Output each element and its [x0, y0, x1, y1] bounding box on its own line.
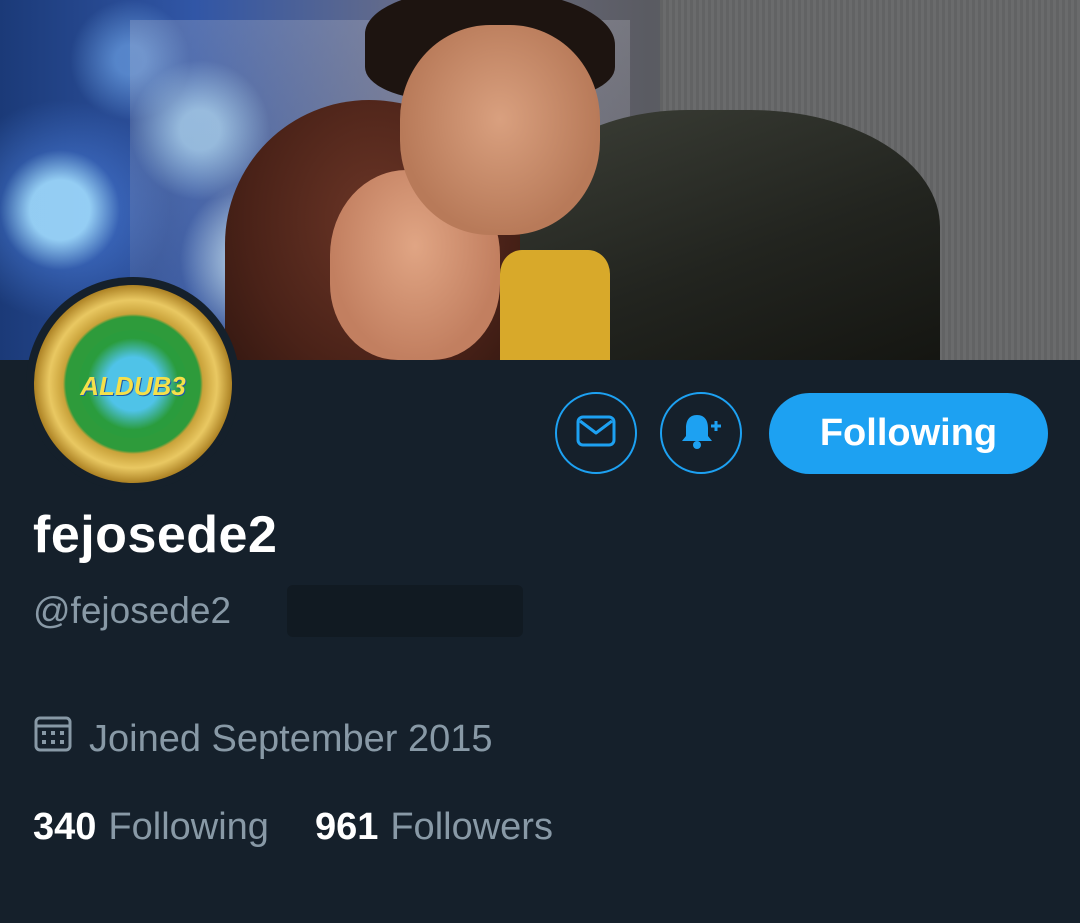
- followers-count: 961: [314, 806, 379, 848]
- avatar-coin-image: ALDUB3: [34, 285, 232, 483]
- message-button[interactable]: [555, 392, 637, 474]
- following-button[interactable]: Following: [769, 393, 1048, 474]
- joined-date-row: Joined September 2015: [33, 715, 493, 763]
- profile-avatar[interactable]: ALDUB3: [26, 277, 240, 491]
- notifications-button[interactable]: [660, 392, 742, 474]
- following-label: Following: [108, 806, 269, 848]
- following-stat[interactable]: 340 Following: [33, 806, 269, 849]
- follow-stats: 340 Following 961 Followers: [33, 806, 553, 849]
- envelope-icon: [576, 415, 616, 452]
- calendar-icon: [33, 715, 73, 763]
- user-handle: @fejosede2: [33, 590, 232, 631]
- bell-plus-icon: [679, 411, 723, 456]
- joined-date-text: Joined September 2015: [89, 717, 493, 760]
- banner-person-face-2: [400, 25, 600, 235]
- avatar-logo-text: ALDUB3: [80, 371, 186, 401]
- followers-label: Followers: [390, 806, 553, 848]
- redacted-area: [287, 585, 523, 637]
- followers-stat[interactable]: 961 Followers: [315, 806, 553, 849]
- display-name: fejosede2: [33, 506, 278, 564]
- following-count: 340: [33, 806, 97, 848]
- banner-person-shirt: [500, 250, 610, 360]
